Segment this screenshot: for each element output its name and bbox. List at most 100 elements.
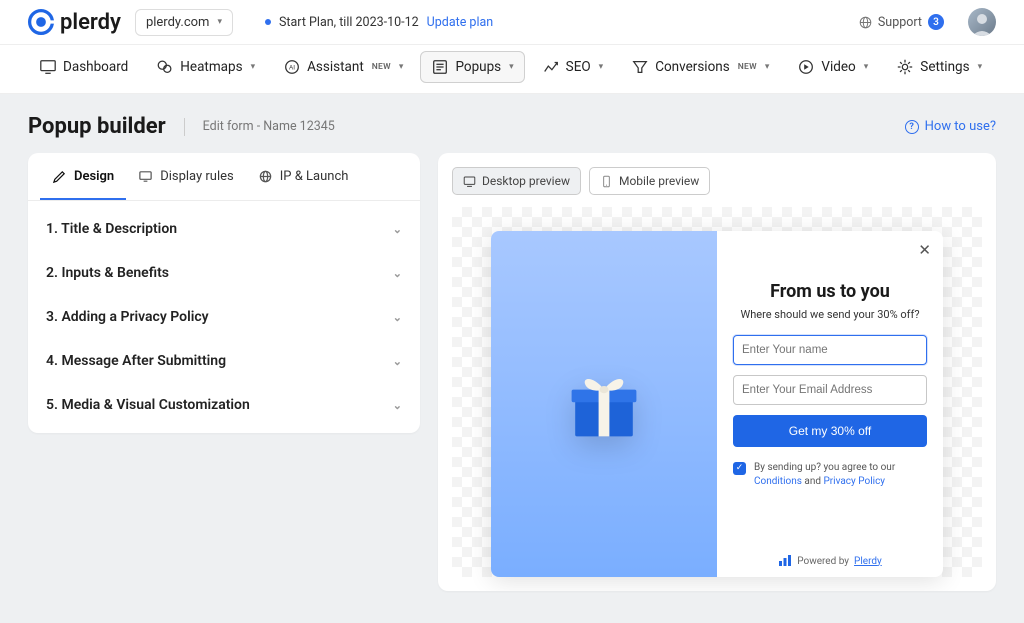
close-icon[interactable]: ✕ bbox=[918, 241, 931, 259]
popup-title: From us to you bbox=[733, 281, 927, 302]
chevron-down-icon: ▾ bbox=[399, 62, 404, 72]
chevron-down-icon: ⌄ bbox=[393, 267, 402, 280]
mobile-preview-button[interactable]: Mobile preview bbox=[589, 167, 710, 195]
play-icon bbox=[797, 59, 815, 75]
nav-video[interactable]: Video ▾ bbox=[786, 51, 879, 83]
nav-label: Heatmaps bbox=[180, 59, 242, 75]
nav-label: Conversions bbox=[655, 59, 730, 75]
chevron-down-icon: ⌄ bbox=[393, 355, 402, 368]
new-badge: NEW bbox=[372, 62, 391, 72]
chevron-down-icon: ⌄ bbox=[393, 311, 402, 324]
page-subtitle: Edit form - Name 12345 bbox=[203, 119, 335, 134]
chevron-down-icon: ▾ bbox=[251, 62, 256, 72]
nav-seo[interactable]: SEO ▾ bbox=[531, 51, 615, 83]
main-nav: Dashboard Heatmaps ▾ AI Assistant NEW ▾ … bbox=[0, 45, 1024, 94]
support-count-badge: 3 bbox=[928, 14, 944, 30]
nav-settings[interactable]: Settings ▾ bbox=[885, 51, 993, 83]
chevron-down-icon: ▾ bbox=[509, 62, 514, 72]
acc-label: 4. Message After Submitting bbox=[46, 353, 226, 369]
new-badge: NEW bbox=[738, 62, 757, 72]
privacy-link[interactable]: Privacy Policy bbox=[823, 476, 885, 487]
nav-label: Settings bbox=[920, 59, 969, 75]
button-label: Mobile preview bbox=[619, 174, 699, 188]
chevron-down-icon: ▾ bbox=[599, 62, 604, 72]
nav-label: Assistant bbox=[307, 59, 364, 75]
globe-icon bbox=[859, 16, 872, 29]
domain-selector-label: plerdy.com bbox=[146, 15, 210, 30]
nav-label: SEO bbox=[566, 59, 591, 75]
nav-label: Dashboard bbox=[63, 59, 128, 75]
name-input[interactable] bbox=[733, 335, 927, 365]
acc-label: 1. Title & Description bbox=[46, 221, 177, 237]
tab-label: Display rules bbox=[160, 169, 234, 184]
gift-icon bbox=[559, 359, 649, 449]
support-label: Support bbox=[878, 15, 922, 30]
popup-subtitle: Where should we send your 30% off? bbox=[733, 308, 927, 321]
help-icon: ? bbox=[905, 120, 919, 134]
checkbox-checked-icon[interactable]: ✓ bbox=[733, 462, 746, 475]
update-plan-link[interactable]: Update plan bbox=[427, 15, 494, 30]
email-input[interactable] bbox=[733, 375, 927, 405]
popup-image-panel bbox=[491, 231, 717, 577]
acc-privacy-policy[interactable]: 3. Adding a Privacy Policy ⌄ bbox=[28, 295, 420, 339]
plan-info: Start Plan, till 2023-10-12 Update plan bbox=[265, 15, 493, 30]
cta-button[interactable]: Get my 30% off bbox=[733, 415, 927, 447]
seo-icon bbox=[542, 59, 560, 75]
svg-text:AI: AI bbox=[289, 65, 295, 72]
chevron-down-icon: ▾ bbox=[765, 62, 770, 72]
chevron-down-icon: ▾ bbox=[217, 17, 222, 27]
monitor-icon bbox=[39, 59, 57, 75]
conditions-link[interactable]: Conditions bbox=[754, 476, 802, 487]
nav-popups[interactable]: Popups ▾ bbox=[420, 51, 524, 83]
brand-logo[interactable]: plerdy bbox=[28, 9, 121, 35]
pencil-icon bbox=[52, 169, 67, 184]
heatmap-icon bbox=[156, 59, 174, 75]
tab-label: IP & Launch bbox=[280, 169, 349, 184]
accordion: 1. Title & Description ⌄ 2. Inputs & Bene… bbox=[28, 201, 420, 433]
button-label: Desktop preview bbox=[482, 174, 570, 188]
acc-inputs-benefits[interactable]: 2. Inputs & Benefits⌄ bbox=[28, 251, 420, 295]
globe-icon bbox=[258, 169, 273, 184]
funnel-icon bbox=[631, 59, 649, 75]
desktop-icon bbox=[463, 175, 476, 188]
nav-label: Popups bbox=[455, 59, 501, 75]
tab-ip-launch[interactable]: IP & Launch bbox=[246, 153, 361, 200]
acc-media-visual[interactable]: 5. Media & Visual Customization ⌄ bbox=[28, 383, 420, 427]
acc-message-after[interactable]: 4. Message After Submitting ⌄ bbox=[28, 339, 420, 383]
consent-row: ✓ By sending up? you agree to our Condit… bbox=[733, 461, 927, 489]
acc-title-description[interactable]: 1. Title & Description ⌄ bbox=[28, 207, 420, 251]
tab-label: Design bbox=[74, 169, 114, 184]
powered-by: Powered by Plerdy bbox=[733, 523, 927, 567]
chevron-down-icon: ▾ bbox=[978, 62, 983, 72]
nav-heatmaps[interactable]: Heatmaps ▾ bbox=[145, 51, 266, 83]
bars-icon bbox=[778, 555, 792, 567]
acc-label: 5. Media & Visual Customization bbox=[46, 397, 250, 413]
chevron-down-icon: ⌄ bbox=[393, 399, 402, 412]
page-header: Popup builder Edit form - Name 12345 ? H… bbox=[0, 94, 1024, 153]
plerdy-logo-icon bbox=[28, 9, 54, 35]
separator bbox=[184, 118, 185, 136]
chevron-down-icon: ⌄ bbox=[393, 223, 402, 236]
top-bar: plerdy plerdy.com ▾ Start Plan, till 202… bbox=[0, 0, 1024, 45]
gear-icon bbox=[896, 59, 914, 75]
nav-assistant[interactable]: AI Assistant NEW ▾ bbox=[272, 51, 414, 83]
howto-label: How to use? bbox=[925, 119, 996, 134]
popup-icon bbox=[431, 59, 449, 75]
support-link[interactable]: Support 3 bbox=[859, 14, 944, 30]
how-to-use-link[interactable]: ? How to use? bbox=[905, 119, 996, 134]
tab-design[interactable]: Design bbox=[40, 153, 126, 200]
nav-dashboard[interactable]: Dashboard bbox=[28, 51, 139, 83]
plerdy-link[interactable]: Plerdy bbox=[854, 556, 882, 567]
desktop-preview-button[interactable]: Desktop preview bbox=[452, 167, 581, 195]
nav-conversions[interactable]: Conversions NEW ▾ bbox=[620, 51, 780, 83]
preview-toggles: Desktop preview Mobile preview bbox=[452, 167, 982, 195]
workspace: Design Display rules IP & Launch 1. Titl… bbox=[0, 153, 1024, 623]
avatar[interactable] bbox=[968, 8, 996, 36]
acc-label: 3. Adding a Privacy Policy bbox=[46, 309, 209, 325]
domain-selector[interactable]: plerdy.com ▾ bbox=[135, 9, 233, 36]
preview-canvas: ✕ From us to you Where should we send yo… bbox=[452, 207, 982, 577]
tab-display-rules[interactable]: Display rules bbox=[126, 153, 246, 200]
display-icon bbox=[138, 169, 153, 184]
chevron-down-icon: ▾ bbox=[864, 62, 869, 72]
consent-text: By sending up? you agree to our Conditio… bbox=[754, 461, 927, 489]
